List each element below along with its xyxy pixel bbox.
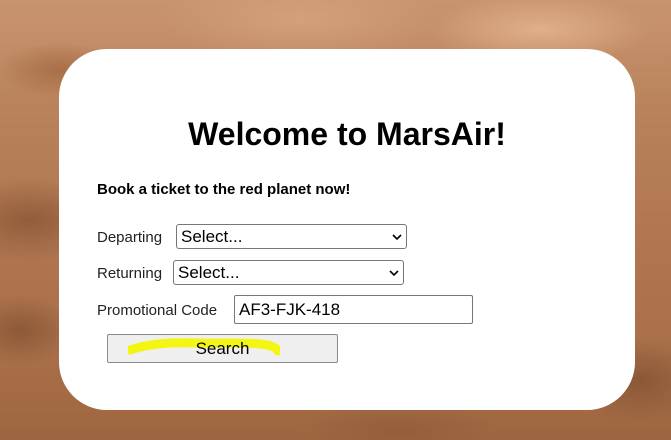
- chevron-down-icon: [392, 234, 402, 241]
- departing-select[interactable]: Select...: [176, 224, 407, 249]
- returning-select-value: Select...: [178, 263, 240, 282]
- tagline: Book a ticket to the red planet now!: [97, 181, 351, 198]
- search-button-label: Search: [195, 339, 250, 358]
- page-background: { "colors": { "background": "#b07650", "…: [0, 0, 671, 440]
- promo-code-input[interactable]: [234, 295, 473, 324]
- page-title: Welcome to MarsAir!: [188, 116, 506, 152]
- departing-label: Departing: [97, 229, 163, 246]
- returning-select[interactable]: Select...: [173, 260, 404, 285]
- returning-label: Returning: [97, 265, 163, 282]
- departing-select-value: Select...: [181, 227, 243, 246]
- chevron-down-icon: [389, 270, 399, 277]
- promo-code-label: Promotional Code: [97, 302, 218, 319]
